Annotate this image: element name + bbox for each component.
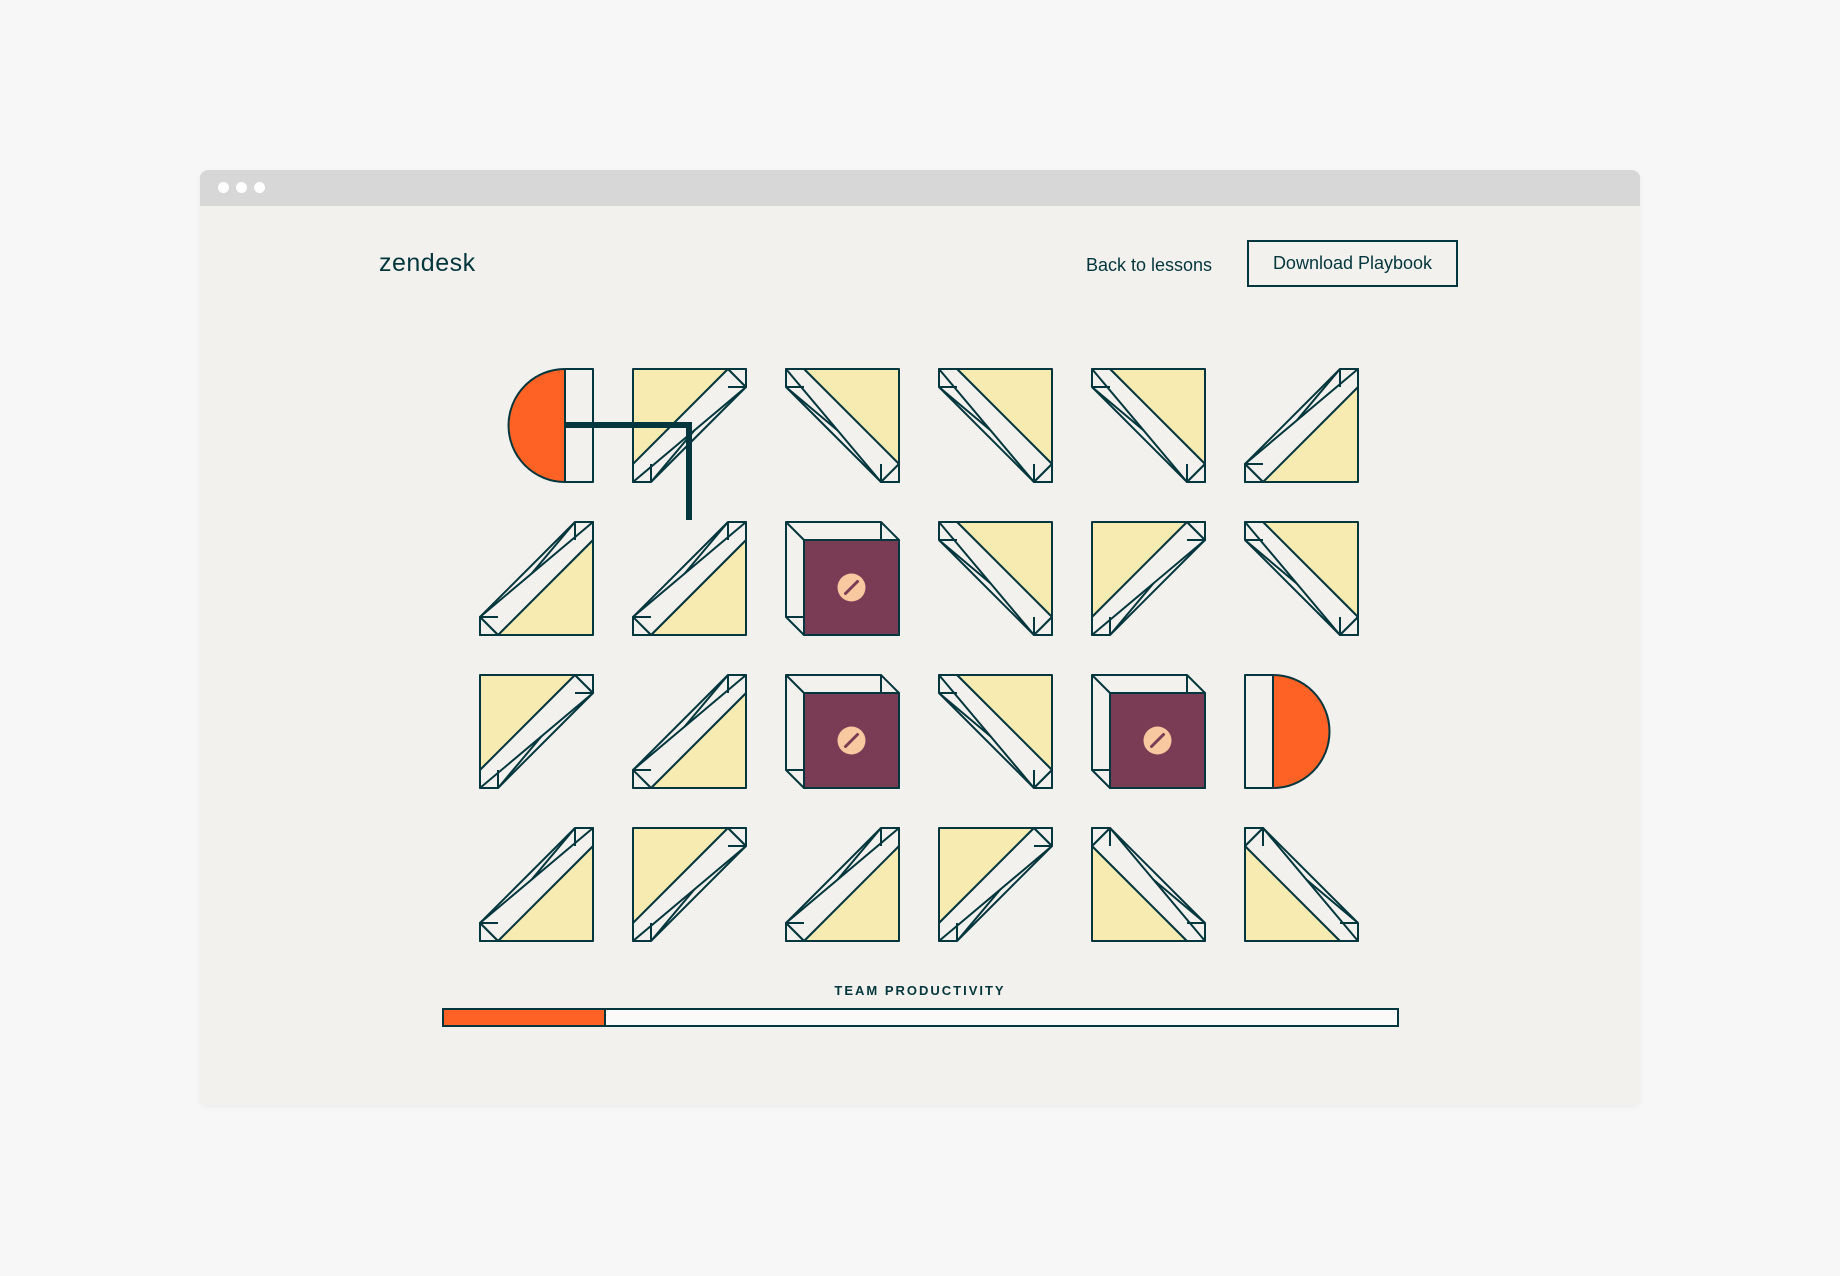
tile-r2-c3-blocked[interactable] — [785, 521, 900, 636]
tile-r2-c5-bend-east-south[interactable] — [1091, 521, 1206, 636]
tile-r2-c2-bend-north-west[interactable] — [632, 521, 747, 636]
tile-r3-c1-bend-east-south[interactable] — [479, 674, 594, 789]
tile-r4-c4-bend-east-south[interactable] — [938, 827, 1053, 942]
puzzle-board — [479, 368, 1359, 942]
team-productivity-bar — [442, 1008, 1399, 1027]
tile-r3-c6-terminal-right[interactable] — [1244, 674, 1331, 789]
tile-r4-c6-bend-north-east[interactable] — [1244, 827, 1359, 942]
tile-r2-c4-bend-south-west[interactable] — [938, 521, 1053, 636]
tile-r4-c2-bend-east-south[interactable] — [632, 827, 747, 942]
tile-r3-c4-bend-south-west[interactable] — [938, 674, 1053, 789]
browser-window: zendesk Back to lessons Download Playboo… — [200, 170, 1640, 1105]
tile-r4-c3-bend-north-west[interactable] — [785, 827, 900, 942]
tile-r2-c1-bend-north-west[interactable] — [479, 521, 594, 636]
tile-r3-c5-blocked[interactable] — [1091, 674, 1206, 789]
tile-r3-c3-blocked[interactable] — [785, 674, 900, 789]
tile-r1-c6-bend-north-south[interactable] — [1244, 368, 1359, 483]
tile-r4-c1-bend-north-west[interactable] — [479, 827, 594, 942]
tile-r1-c4-bend-south-west[interactable] — [938, 368, 1053, 483]
tile-r1-c3-bend-south-west[interactable] — [785, 368, 900, 483]
tile-r4-c5-bend-north-east[interactable] — [1091, 827, 1206, 942]
tile-r2-c6-bend-south-west[interactable] — [1244, 521, 1359, 636]
tile-r3-c2-bend-north-west[interactable] — [632, 674, 747, 789]
tile-r1-c5-bend-south-west[interactable] — [1091, 368, 1206, 483]
progress-fill — [444, 1010, 606, 1025]
progress-label: TEAM PRODUCTIVITY — [834, 983, 1006, 998]
